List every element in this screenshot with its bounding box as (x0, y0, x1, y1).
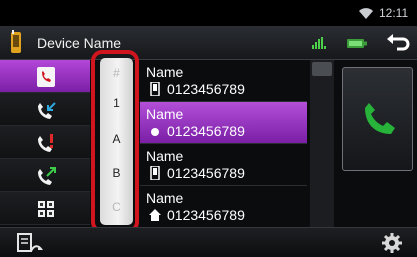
menu-button[interactable] (12, 231, 46, 255)
scroll-thumb[interactable] (312, 62, 332, 76)
tab-incoming-calls[interactable] (0, 93, 90, 126)
dialpad-icon (38, 201, 54, 217)
list-item[interactable]: Name 0123456789 (140, 186, 307, 228)
annotation-highlight-frame (91, 50, 139, 233)
wifi-icon (359, 8, 373, 19)
tab-outgoing-calls[interactable] (0, 159, 90, 192)
bottom-bar (0, 227, 417, 257)
title-bar: Device Name (0, 26, 417, 60)
tab-missed-calls[interactable] (0, 126, 90, 159)
gear-icon (382, 233, 402, 253)
mobile-icon (150, 82, 160, 96)
page-title: Device Name (37, 35, 122, 51)
contact-number: 0123456789 (167, 165, 245, 181)
general-icon (151, 128, 159, 136)
list-item[interactable]: Name 0123456789 (140, 102, 307, 144)
call-icon (365, 103, 395, 134)
status-bar: 12:11 (0, 0, 417, 26)
call-tabs (0, 60, 90, 227)
back-arrow-icon (387, 34, 410, 51)
settings-button[interactable] (379, 231, 405, 255)
tab-dialpad[interactable] (0, 192, 90, 225)
phonebook-icon (37, 67, 55, 87)
clock: 12:11 (379, 6, 409, 20)
list-item[interactable]: Name 0123456789 (140, 144, 307, 186)
menu-icon (17, 233, 44, 252)
contact-name: Name (146, 148, 184, 164)
back-button[interactable] (383, 29, 413, 57)
contact-name: Name (146, 190, 184, 206)
mobile-icon (150, 166, 160, 180)
list-item[interactable]: Name 0123456789 (140, 60, 307, 102)
contact-number: 0123456789 (167, 123, 245, 139)
battery-icon (347, 39, 367, 48)
contact-name: Name (146, 64, 184, 80)
call-button[interactable] (342, 67, 413, 171)
outgoing-call-icon (38, 167, 56, 185)
signal-strength-icon (312, 37, 326, 49)
home-icon (149, 209, 161, 221)
phone-device-icon (11, 30, 21, 53)
contact-name: Name (146, 106, 184, 122)
missed-call-icon (38, 134, 53, 152)
contact-number: 0123456789 (167, 81, 245, 97)
list-scrollbar[interactable] (310, 60, 334, 227)
contact-list: Name 0123456789 Name 0123456789 Name 012… (140, 60, 307, 228)
contact-number: 0123456789 (167, 207, 245, 223)
tab-phonebook[interactable] (0, 60, 90, 93)
incoming-call-icon (38, 102, 56, 119)
handsfree-screen: 12:11 Device Name # 1 A B C Name 0123456… (0, 0, 417, 257)
